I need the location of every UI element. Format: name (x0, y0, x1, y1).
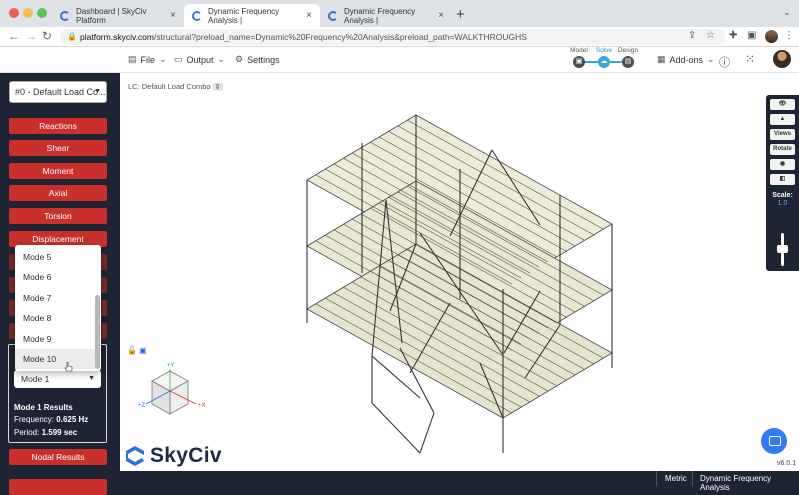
scale-value: 1.0 (777, 200, 788, 207)
lock-icon: 🔒 (67, 32, 77, 41)
status-separator (692, 471, 693, 486)
analysis-type-indicator[interactable]: Dynamic Frequency Analysis (700, 474, 799, 492)
views-button[interactable]: Views (770, 129, 795, 140)
user-avatar[interactable] (773, 50, 791, 68)
sidebar-panel-icon[interactable]: ▣ (747, 30, 756, 41)
stage-design[interactable]: Design ▤ (615, 47, 641, 68)
grid-squares-icon: ▦ (657, 54, 666, 64)
load-combo-select[interactable]: #0 - Default Load Co... ▼ (9, 81, 107, 103)
chat-support-button[interactable] (761, 428, 787, 454)
mode-option[interactable]: Mode 9 (15, 329, 95, 349)
window-minimize-dot[interactable] (23, 8, 33, 18)
period-readout: Period: 1.599 sec (14, 428, 78, 437)
caret-down-icon: ▼ (94, 88, 101, 95)
status-separator (656, 471, 657, 486)
model-stage-icon: ▣ (573, 56, 585, 68)
reload-icon[interactable]: ↻ (42, 29, 52, 43)
status-bar: Metric Dynamic Frequency Analysis (120, 471, 799, 492)
chevron-down-icon: ⌄ (707, 54, 715, 64)
file-menu[interactable]: ▤ File ⌄ (128, 54, 167, 65)
axial-button[interactable]: Axial (9, 185, 107, 201)
browser-address-bar: ← → ↻ 🔒 platform.skyciv.com/structural?p… (0, 27, 799, 47)
gear-icon: ⚙ (235, 54, 244, 64)
dropdown-scrollbar[interactable] (95, 295, 100, 369)
nodal-results-button[interactable]: Nodal Results (9, 449, 107, 465)
torsion-button[interactable]: Torsion (9, 208, 107, 224)
mode-dropdown-list: Mode 5 Mode 6 Mode 7 Mode 8 Mode 9 Mode … (15, 245, 101, 371)
solve-cloud-icon: ☁ (598, 56, 610, 68)
chevron-down-icon: ⌄ (217, 54, 226, 64)
monitor-icon: ▭ (174, 54, 183, 64)
mode-option[interactable]: Mode 6 (15, 267, 95, 287)
view-tools-panel: 👁 ▲ Views Rotate ◉ ◧ Scale: 1.0 (766, 95, 799, 271)
chevron-down-icon: ⌄ (159, 54, 167, 64)
browser-profile-avatar[interactable] (765, 30, 778, 43)
version-label: v6.0.1 (777, 460, 797, 467)
structure-model-3d: +Y +X +Z (138, 114, 613, 454)
moment-button[interactable]: Moment (9, 163, 107, 179)
scale-label: Scale: (772, 192, 793, 199)
shear-button[interactable]: Shear (9, 140, 107, 156)
settings-menu[interactable]: ⚙ Settings (235, 54, 280, 65)
skyciv-logo-icon (126, 446, 144, 466)
lock-and-camera-icons[interactable]: 🔓 ▣ (127, 346, 147, 355)
cube-view-icon[interactable]: ◧ (770, 174, 795, 185)
browser-menu-icon[interactable]: ⋮ (784, 30, 794, 41)
eye-visibility-icon[interactable]: 👁 (770, 99, 795, 110)
x-axis-label: +X (198, 403, 206, 409)
addons-menu[interactable]: ▦ Add-ons ⌄ (657, 54, 715, 65)
back-arrow-icon[interactable]: ← (8, 29, 20, 43)
caret-down-icon: ▼ (88, 375, 95, 382)
new-tab-icon[interactable]: + (456, 6, 465, 23)
y-axis-label: +Y (167, 363, 175, 369)
browser-tab-dynamic-frequency-active[interactable]: Dynamic Frequency Analysis | × (184, 4, 320, 27)
browser-tab-dashboard[interactable]: Dashboard | SkyCiv Platform × (52, 4, 184, 27)
skyciv-favicon-icon (60, 10, 70, 21)
hand-cursor-icon (64, 362, 73, 372)
reactions-button[interactable]: Reactions (9, 118, 107, 134)
model-canvas[interactable]: LC: Default Load Combo ⇕ +Y +X +Z 🔓 ▣ 👁 … (120, 73, 799, 471)
mode-option-hovered[interactable]: Mode 10 (15, 349, 95, 369)
mode-option[interactable]: Mode 5 (15, 247, 95, 267)
extensions-puzzle-icon[interactable]: ✚ (729, 30, 737, 41)
stage-solve[interactable]: Solve ☁ (591, 47, 617, 68)
rotate-button[interactable]: Rotate (770, 144, 795, 155)
z-axis-label: +Z (138, 403, 146, 409)
mode-results-title: Mode 1 Results (14, 403, 73, 412)
stage-model[interactable]: Model ▣ (566, 47, 592, 68)
mode-option[interactable]: Mode 7 (15, 288, 95, 308)
design-document-icon: ▤ (622, 56, 634, 68)
window-zoom-dot[interactable] (37, 8, 47, 18)
skyciv-favicon-icon (328, 10, 338, 21)
window-close-dot[interactable] (9, 8, 19, 18)
share-icon[interactable]: ⇪ (688, 30, 696, 41)
frequency-readout: Frequency: 0.625 Hz (14, 415, 89, 424)
file-menu-icon: ▤ (128, 54, 137, 64)
url-field[interactable]: 🔒 platform.skyciv.com/structural?preload… (60, 29, 725, 45)
bookmark-star-icon[interactable]: ☆ (706, 30, 715, 41)
camera-screenshot-icon[interactable]: ◉ (770, 159, 795, 170)
close-tab-icon[interactable]: × (164, 10, 176, 21)
browser-tab-dynamic-frequency[interactable]: Dynamic Frequency Analysis | × (320, 4, 452, 27)
scale-slider-thumb[interactable] (777, 245, 788, 253)
forward-arrow-icon[interactable]: → (25, 29, 37, 43)
tab-search-chevron-icon[interactable]: ⌄ (783, 7, 791, 18)
more-results-button[interactable] (9, 479, 107, 495)
image-render-icon[interactable]: ▲ (770, 114, 795, 125)
skyciv-favicon-icon (192, 10, 202, 21)
mode-select[interactable]: Mode 1 ▼ (14, 370, 101, 388)
units-indicator[interactable]: Metric (665, 474, 687, 483)
mode-option[interactable]: Mode 8 (15, 308, 95, 328)
axis-orientation-gizmo[interactable] (145, 369, 197, 415)
app-toolbar: ▤ File ⌄ ▭ Output ⌄ ⚙ Settings Model ▣ S… (0, 47, 799, 73)
close-tab-icon[interactable]: × (300, 10, 312, 21)
close-tab-icon[interactable]: × (432, 10, 444, 21)
output-menu[interactable]: ▭ Output ⌄ (174, 54, 225, 65)
apps-grid-icon[interactable]: ⁙ (745, 52, 755, 66)
help-icon[interactable]: ⓘ (719, 54, 730, 70)
skyciv-logo: SkyCiv (124, 443, 222, 469)
browser-tab-bar: Dashboard | SkyCiv Platform × Dynamic Fr… (0, 0, 799, 27)
